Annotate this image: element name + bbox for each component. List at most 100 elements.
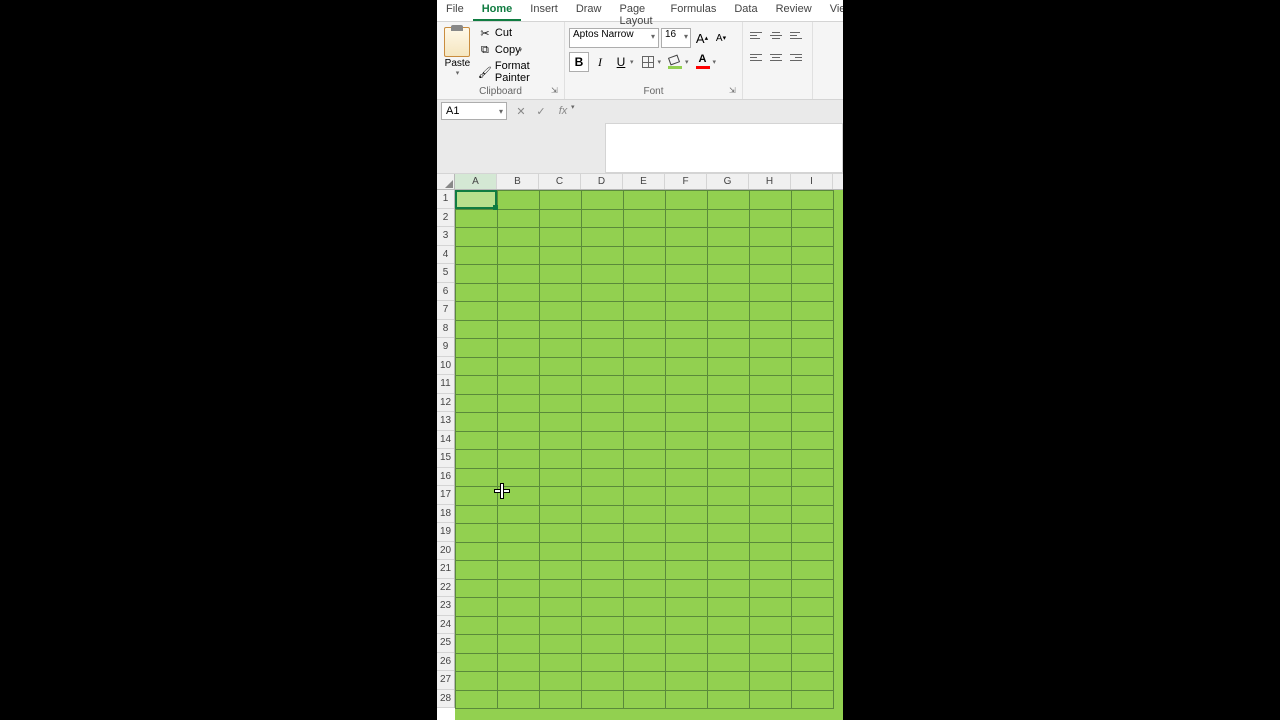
cell-C11[interactable] (540, 376, 582, 395)
cell-A16[interactable] (456, 468, 498, 487)
cell-A18[interactable] (456, 505, 498, 524)
paste-button[interactable]: Paste ▾ (441, 24, 474, 84)
cell-E25[interactable] (624, 635, 666, 654)
cell-I1[interactable] (792, 191, 834, 210)
cell-A15[interactable] (456, 450, 498, 469)
cell-D3[interactable] (582, 228, 624, 247)
cell-D25[interactable] (582, 635, 624, 654)
cell-G6[interactable] (708, 283, 750, 302)
cell-D6[interactable] (582, 283, 624, 302)
tab-data[interactable]: Data (725, 0, 766, 21)
cell-D15[interactable] (582, 450, 624, 469)
cell-G20[interactable] (708, 542, 750, 561)
cell-H7[interactable] (750, 302, 792, 321)
cell-A4[interactable] (456, 246, 498, 265)
cell-H22[interactable] (750, 579, 792, 598)
cell-G15[interactable] (708, 450, 750, 469)
cell-H16[interactable] (750, 468, 792, 487)
cell-H1[interactable] (750, 191, 792, 210)
cell-B18[interactable] (498, 505, 540, 524)
cell-C6[interactable] (540, 283, 582, 302)
cell-I20[interactable] (792, 542, 834, 561)
underline-button[interactable]: U (611, 52, 631, 72)
row-header-5[interactable]: 5 (437, 264, 454, 283)
cell-G14[interactable] (708, 431, 750, 450)
cell-H27[interactable] (750, 672, 792, 691)
cell-B26[interactable] (498, 653, 540, 672)
cell-H20[interactable] (750, 542, 792, 561)
cell-F9[interactable] (666, 339, 708, 358)
cell-H19[interactable] (750, 524, 792, 543)
cell-F19[interactable] (666, 524, 708, 543)
cell-H12[interactable] (750, 394, 792, 413)
cell-G12[interactable] (708, 394, 750, 413)
cell-B4[interactable] (498, 246, 540, 265)
cell-I22[interactable] (792, 579, 834, 598)
cell-D8[interactable] (582, 320, 624, 339)
row-header-20[interactable]: 20 (437, 542, 454, 561)
cell-D9[interactable] (582, 339, 624, 358)
align-middle-button[interactable] (767, 26, 785, 44)
cell-E14[interactable] (624, 431, 666, 450)
cell-D20[interactable] (582, 542, 624, 561)
cell-C7[interactable] (540, 302, 582, 321)
cell-H15[interactable] (750, 450, 792, 469)
cell-I17[interactable] (792, 487, 834, 506)
fill-dropdown-arrow[interactable]: ▾ (685, 58, 689, 66)
underline-dropdown-arrow[interactable]: ▾ (630, 58, 634, 66)
cell-F24[interactable] (666, 616, 708, 635)
row-header-6[interactable]: 6 (437, 283, 454, 302)
formula-input[interactable] (605, 123, 843, 173)
cell-A11[interactable] (456, 376, 498, 395)
cell-F8[interactable] (666, 320, 708, 339)
font-family-select[interactable]: Aptos Narrow (569, 28, 659, 48)
cell-G16[interactable] (708, 468, 750, 487)
cell-I24[interactable] (792, 616, 834, 635)
cell-E22[interactable] (624, 579, 666, 598)
cell-C21[interactable] (540, 561, 582, 580)
align-right-button[interactable] (787, 48, 805, 66)
cell-F3[interactable] (666, 228, 708, 247)
cell-G5[interactable] (708, 265, 750, 284)
cell-I19[interactable] (792, 524, 834, 543)
cell-D24[interactable] (582, 616, 624, 635)
cell-C16[interactable] (540, 468, 582, 487)
cell-G3[interactable] (708, 228, 750, 247)
cell-G19[interactable] (708, 524, 750, 543)
cell-I15[interactable] (792, 450, 834, 469)
cell-F27[interactable] (666, 672, 708, 691)
cut-button[interactable]: ✂ Cut (478, 26, 560, 40)
cell-E8[interactable] (624, 320, 666, 339)
cell-F15[interactable] (666, 450, 708, 469)
cell-G28[interactable] (708, 690, 750, 709)
cell-C1[interactable] (540, 191, 582, 210)
cell-I7[interactable] (792, 302, 834, 321)
cell-C17[interactable] (540, 487, 582, 506)
row-header-8[interactable]: 8 (437, 320, 454, 339)
row-header-23[interactable]: 23 (437, 597, 454, 616)
cell-E11[interactable] (624, 376, 666, 395)
font-launcher[interactable]: ⇲ (729, 86, 739, 96)
tab-formulas[interactable]: Formulas (662, 0, 726, 21)
cell-A7[interactable] (456, 302, 498, 321)
cell-D12[interactable] (582, 394, 624, 413)
cell-B20[interactable] (498, 542, 540, 561)
cell-D22[interactable] (582, 579, 624, 598)
column-header-i[interactable]: I (791, 174, 833, 189)
cell-E10[interactable] (624, 357, 666, 376)
column-header-b[interactable]: B (497, 174, 539, 189)
fx-button[interactable]: fx (553, 103, 569, 119)
cell-B24[interactable] (498, 616, 540, 635)
cell-I25[interactable] (792, 635, 834, 654)
cell-E9[interactable] (624, 339, 666, 358)
cell-H25[interactable] (750, 635, 792, 654)
cell-A6[interactable] (456, 283, 498, 302)
cell-F2[interactable] (666, 209, 708, 228)
cell-F7[interactable] (666, 302, 708, 321)
column-header-g[interactable]: G (707, 174, 749, 189)
increase-font-button[interactable]: A▴ (693, 28, 711, 48)
cell-G24[interactable] (708, 616, 750, 635)
cell-C3[interactable] (540, 228, 582, 247)
cell-E19[interactable] (624, 524, 666, 543)
cell-E7[interactable] (624, 302, 666, 321)
